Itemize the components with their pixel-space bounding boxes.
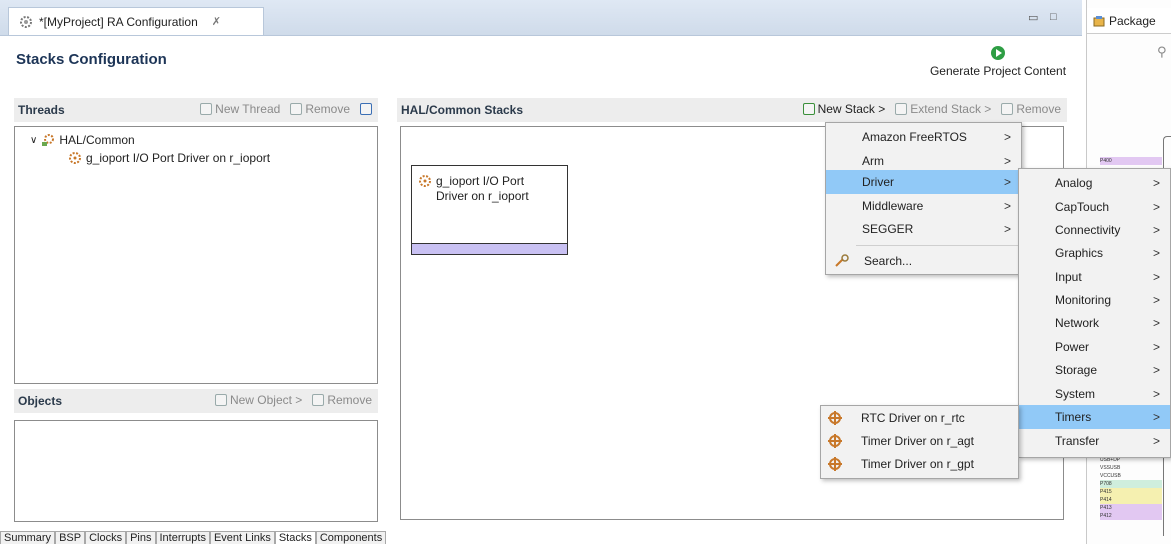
remove-icon [312, 394, 325, 406]
tree-item-label: g_ioport I/O Port Driver on r_ioport [86, 151, 271, 165]
new-object-icon [214, 394, 227, 406]
menu-item-captouch[interactable]: CapTouch > [1019, 195, 1170, 219]
module-add-icon [828, 411, 842, 425]
menu-item-connectivity[interactable]: Connectivity > [1019, 218, 1170, 242]
tab-clocks[interactable]: Clocks [85, 531, 127, 544]
threads-header: Threads New Thread Remove [14, 98, 378, 122]
menu-item-input[interactable]: Input > [1019, 265, 1170, 289]
hal-stacks-header-label: HAL/Common Stacks [401, 103, 524, 117]
tab-stacks[interactable]: Stacks [274, 531, 316, 544]
chevron-down-icon[interactable]: ∨ [30, 135, 37, 146]
new-stack-button[interactable]: New Stack > [802, 102, 885, 116]
tab-interrupts[interactable]: Interrupts [155, 531, 210, 544]
tab-event-links[interactable]: Event Links [209, 531, 275, 544]
menu-item-segger[interactable]: SEGGER > [826, 217, 1021, 241]
menu-item-amazon-freertos[interactable]: Amazon FreeRTOS > [826, 125, 1021, 149]
tab-pins[interactable]: Pins [126, 531, 156, 544]
generate-project-button[interactable]: Generate Project Content [913, 46, 1083, 78]
search-icon [835, 254, 849, 267]
threads-header-label: Threads [18, 103, 65, 117]
menu-item-network[interactable]: Network > [1019, 311, 1170, 335]
close-icon[interactable]: ✗ [212, 15, 221, 28]
new-stack-icon [802, 103, 815, 115]
hal-stacks-header: HAL/Common Stacks New Stack > Extend Sta… [397, 98, 1067, 122]
menu-item-storage[interactable]: Storage > [1019, 358, 1170, 382]
minimize-icon[interactable]: ▭ [1028, 11, 1038, 24]
menu-item-power[interactable]: Power > [1019, 335, 1170, 359]
editor-tab-title: *[MyProject] RA Configuration [39, 14, 198, 29]
tab-summary[interactable]: Summary [0, 531, 56, 544]
config-gear-icon [20, 15, 32, 28]
extend-stack-button[interactable]: Extend Stack > [895, 102, 991, 116]
objects-header-label: Objects [18, 394, 63, 408]
editor-bottom-tabs: Summary BSP Clocks Pins Interrupts Event… [0, 531, 387, 544]
new-thread-icon [200, 103, 213, 115]
tab-components[interactable]: Components [315, 531, 387, 544]
module-title-line1: g_ioport I/O Port [436, 174, 525, 188]
module-add-icon [828, 434, 842, 448]
menu-item-search[interactable]: Search... [826, 249, 1021, 273]
menu-item-middleware[interactable]: Middleware > [826, 194, 1021, 218]
objects-list [14, 420, 378, 522]
module-title-line2: Driver on r_ioport [436, 189, 529, 203]
new-stack-menu: Amazon FreeRTOS > Arm > Driver > Middleware… [825, 122, 1022, 275]
menu-item-transfer[interactable]: Transfer > [1019, 429, 1170, 453]
tab-bsp[interactable]: BSP [55, 531, 86, 544]
menu-item-analog[interactable]: Analog > [1019, 171, 1170, 195]
pin-row: VSSUSB [1100, 465, 1121, 471]
collapse-icon [360, 103, 372, 115]
tree-item-hal-common[interactable]: ∨ HAL/Common [30, 133, 135, 147]
menu-item-agt-driver[interactable]: Timer Driver on r_agt [821, 429, 1018, 453]
module-status-bar [412, 243, 567, 254]
pin-row: P415 [1100, 488, 1162, 496]
timers-submenu: RTC Driver on r_rtc Timer Driver on r_ag… [820, 405, 1019, 479]
module-icon [419, 175, 431, 187]
menu-separator [856, 245, 1018, 246]
package-icon [1093, 15, 1105, 26]
remove-icon [1001, 103, 1014, 115]
ioport-module-block[interactable]: g_ioport I/O Port Driver on r_ioport [411, 165, 568, 255]
pin-row: P413 [1100, 504, 1162, 512]
menu-item-system[interactable]: System > [1019, 382, 1170, 406]
tree-item-ioport[interactable]: g_ioport I/O Port Driver on r_ioport [68, 151, 270, 165]
driver-submenu: Analog > CapTouch > Connectivity > Graphics… [1018, 168, 1171, 458]
new-thread-button[interactable]: New Thread [200, 102, 280, 116]
new-object-button[interactable]: New Object > [214, 393, 302, 407]
run-icon [991, 46, 1005, 60]
maximize-icon[interactable]: □ [1050, 11, 1057, 23]
menu-item-graphics[interactable]: Graphics > [1019, 241, 1170, 265]
menu-item-monitoring[interactable]: Monitoring > [1019, 288, 1170, 312]
remove-object-button[interactable]: Remove [312, 393, 372, 407]
page-title: Stacks Configuration [16, 51, 167, 68]
menu-item-driver[interactable]: Driver > [826, 170, 1021, 194]
package-tab[interactable]: Package [1087, 8, 1171, 34]
menu-item-gpt-driver[interactable]: Timer Driver on r_gpt [821, 452, 1018, 476]
zoom-icon[interactable]: ⚲ [1157, 44, 1167, 60]
pin-row: P400 [1100, 157, 1162, 165]
objects-header: Objects New Object > Remove [14, 389, 378, 413]
pin-row: P708 [1100, 480, 1162, 488]
remove-thread-button[interactable]: Remove [290, 102, 350, 116]
pin-row: P412 [1100, 512, 1162, 520]
hal-common-icon [42, 134, 55, 146]
menu-item-rtc-driver[interactable]: RTC Driver on r_rtc [821, 406, 1018, 430]
editor-tab[interactable]: *[MyProject] RA Configuration ✗ [8, 7, 264, 35]
remove-stack-button[interactable]: Remove [1001, 102, 1061, 116]
package-tab-title: Package [1109, 13, 1156, 28]
tree-item-label: HAL/Common [59, 133, 135, 147]
remove-icon [290, 103, 303, 115]
collapse-all-button[interactable] [360, 102, 372, 116]
pin-row: P414 [1100, 496, 1162, 504]
module-add-icon [828, 457, 842, 471]
extend-stack-icon [895, 103, 908, 115]
editor-tab-bar: *[MyProject] RA Configuration ✗ ▭ □ [0, 0, 1082, 36]
generate-label: Generate Project Content [929, 64, 1067, 78]
module-icon [69, 152, 81, 164]
menu-item-timers[interactable]: Timers > [1019, 405, 1170, 429]
pin-row: VCCUSB [1100, 473, 1121, 479]
